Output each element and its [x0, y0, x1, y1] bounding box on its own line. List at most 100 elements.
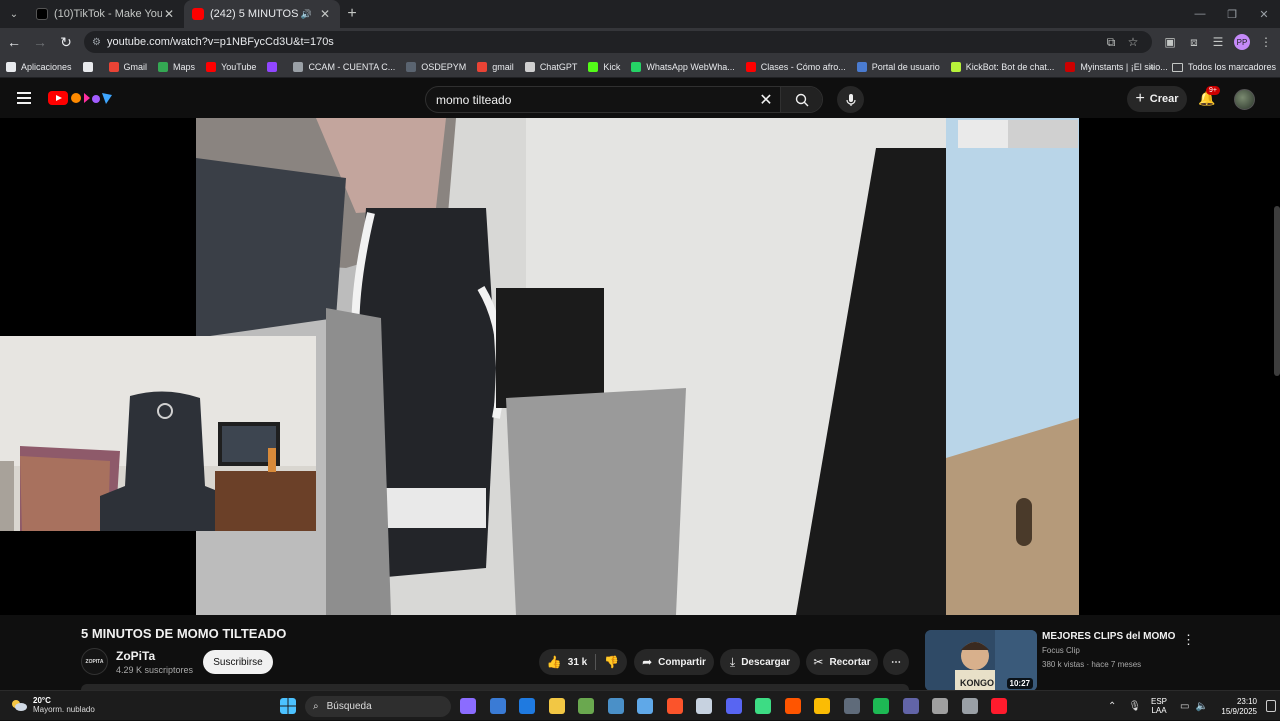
channel-avatar[interactable]: ZOPITA: [81, 648, 108, 675]
soundcloud-icon[interactable]: [785, 698, 801, 714]
new-tab-button[interactable]: +: [340, 0, 364, 28]
reload-icon[interactable]: ↻: [54, 30, 78, 54]
tab-tiktok[interactable]: (10)TikTok - Make Your Day ✕: [28, 0, 184, 28]
explorer-icon[interactable]: [549, 698, 565, 714]
brave-icon[interactable]: [667, 698, 683, 714]
create-button[interactable]: + Crear: [1127, 86, 1187, 112]
webcam-room-image: [0, 336, 316, 531]
taskbar-search[interactable]: ⌕ Búsqueda: [305, 696, 451, 717]
mic-icon[interactable]: 🎙: [1128, 701, 1141, 712]
more-vertical-icon[interactable]: ⋮: [1182, 632, 1195, 648]
share-button[interactable]: ➦ Compartir: [634, 649, 714, 675]
screenshot-icon[interactable]: ▣: [1158, 30, 1182, 54]
extensions-icon[interactable]: ⧈: [1182, 30, 1206, 54]
tab-youtube[interactable]: (242) 5 MINUTOS DE MOMO TILTEADO - YouTu…: [184, 0, 340, 28]
bookmark-label: Portal de usuario: [871, 61, 940, 72]
usb-icon[interactable]: [962, 698, 978, 714]
bookmark-item[interactable]: YouTube: [206, 61, 256, 72]
outlook-icon[interactable]: [519, 698, 535, 714]
profile-avatar[interactable]: PP: [1234, 34, 1250, 50]
clear-search-icon[interactable]: ✕: [752, 90, 780, 110]
thumbs-down-icon[interactable]: 👎: [604, 655, 619, 669]
back-icon[interactable]: ←: [2, 30, 26, 54]
more-actions-button[interactable]: ⋯: [883, 649, 909, 675]
grid-icon: [6, 61, 16, 72]
recommended-title[interactable]: MEJORES CLIPS del MOMO: [1042, 631, 1175, 642]
bookmark-item[interactable]: gmail: [477, 61, 514, 72]
recommended-thumbnail[interactable]: KONGO 10:27: [925, 630, 1037, 691]
bookmark-item[interactable]: Gmail: [108, 61, 147, 72]
address-bar[interactable]: ⚙ youtube.com/watch?v=p1NBFycCd3U&t=170s…: [84, 31, 1152, 53]
video-player[interactable]: [0, 118, 1280, 615]
bookmark-item[interactable]: [82, 61, 98, 72]
bookmark-item[interactable]: WhatsApp WebWha...: [631, 61, 735, 72]
youtube-play-icon: [48, 91, 68, 105]
thumbs-up-icon[interactable]: 👍: [547, 655, 562, 669]
spotify-icon[interactable]: [873, 698, 889, 714]
reading-list-icon[interactable]: ☰: [1206, 30, 1230, 54]
notifications-button[interactable]: 🔔 9+: [1198, 86, 1220, 108]
bookmark-item[interactable]: ChatGPT: [524, 61, 577, 72]
bookmark-item[interactable]: Clases - Cómo afro...: [745, 61, 846, 72]
channel-name[interactable]: ZoPiTa: [116, 649, 155, 663]
minimize-icon[interactable]: —: [1184, 0, 1216, 28]
quick-settings[interactable]: ▭ 🔈: [1180, 691, 1208, 721]
teams-icon[interactable]: [903, 698, 919, 714]
bookmark-star-icon[interactable]: ☆: [1122, 35, 1144, 49]
video-frame[interactable]: [196, 118, 1079, 615]
tab-search-chevron-icon[interactable]: ⌄: [0, 0, 28, 28]
menu-icon[interactable]: [17, 92, 31, 104]
account-avatar[interactable]: [1234, 89, 1255, 110]
minecraft-icon[interactable]: [578, 698, 594, 714]
bookmark-item[interactable]: [267, 61, 282, 72]
chevron-right-icon[interactable]: »: [1149, 62, 1154, 72]
close-tab-icon[interactable]: ✕: [318, 7, 332, 21]
clip-button[interactable]: ✂ Recortar: [806, 649, 878, 675]
voice-search-button[interactable]: [837, 86, 864, 113]
steam-icon[interactable]: [608, 698, 624, 714]
bookmark-label: Kick: [603, 61, 621, 72]
chevron-up-icon[interactable]: ⌃: [1108, 701, 1116, 712]
weather-widget[interactable]: 20°C Mayorm. nublado: [10, 696, 95, 714]
app-icon[interactable]: [696, 698, 712, 714]
chrome-menu-icon[interactable]: ⋮: [1254, 30, 1278, 54]
close-tab-icon[interactable]: ✕: [162, 7, 176, 21]
bookmark-item[interactable]: OSDEPYM: [406, 61, 466, 72]
chrome-icon[interactable]: [814, 698, 830, 714]
speaker-icon[interactable]: 🔊: [301, 9, 312, 20]
files-icon[interactable]: [460, 698, 476, 714]
app2-icon[interactable]: [932, 698, 948, 714]
bookmark-item[interactable]: CCAM - CUENTA C...: [293, 61, 396, 72]
bookmark-label: CCAM - CUENTA C...: [308, 61, 396, 72]
bookmark-item[interactable]: KickBot: Bot de chat...: [950, 61, 1054, 72]
site-info-icon[interactable]: ⚙: [92, 37, 101, 48]
windows-start-icon[interactable]: [280, 698, 296, 714]
store-icon[interactable]: [490, 698, 506, 714]
subscribe-button[interactable]: Suscribirse: [203, 650, 273, 674]
forward-icon[interactable]: →: [28, 30, 52, 54]
search-button[interactable]: [780, 87, 822, 112]
youtube-logo[interactable]: [48, 90, 114, 106]
install-app-icon[interactable]: ⧉: [1100, 35, 1122, 50]
dot-icon[interactable]: [844, 698, 860, 714]
bookmark-item[interactable]: Kick: [588, 61, 621, 72]
notification-center-icon[interactable]: [1266, 700, 1276, 712]
discord-icon[interactable]: [726, 698, 742, 714]
all-bookmarks-link[interactable]: Todos los marcadores: [1188, 62, 1276, 72]
page-scrollbar[interactable]: [1274, 206, 1280, 376]
android-icon[interactable]: [755, 698, 771, 714]
bookmark-item[interactable]: Aplicaciones: [6, 61, 72, 72]
clock[interactable]: 23:10 15/9/2025: [1217, 697, 1257, 717]
like-count[interactable]: 31 k: [568, 657, 587, 668]
language-indicator[interactable]: ESP LAA: [1151, 697, 1167, 715]
close-window-icon[interactable]: ✕: [1248, 0, 1280, 28]
bookmark-item[interactable]: Maps: [158, 61, 195, 72]
recommended-channel[interactable]: Focus Clip: [1042, 646, 1080, 655]
maximize-icon[interactable]: ❐: [1216, 0, 1248, 28]
notepad-icon[interactable]: [637, 698, 653, 714]
bookmark-item[interactable]: Portal de usuario: [856, 61, 940, 72]
youtube-icon: [206, 61, 217, 72]
download-button[interactable]: ⤓ Descargar: [720, 649, 800, 675]
opera-icon[interactable]: [991, 698, 1007, 714]
search-input[interactable]: momo tilteado ✕: [425, 86, 823, 113]
